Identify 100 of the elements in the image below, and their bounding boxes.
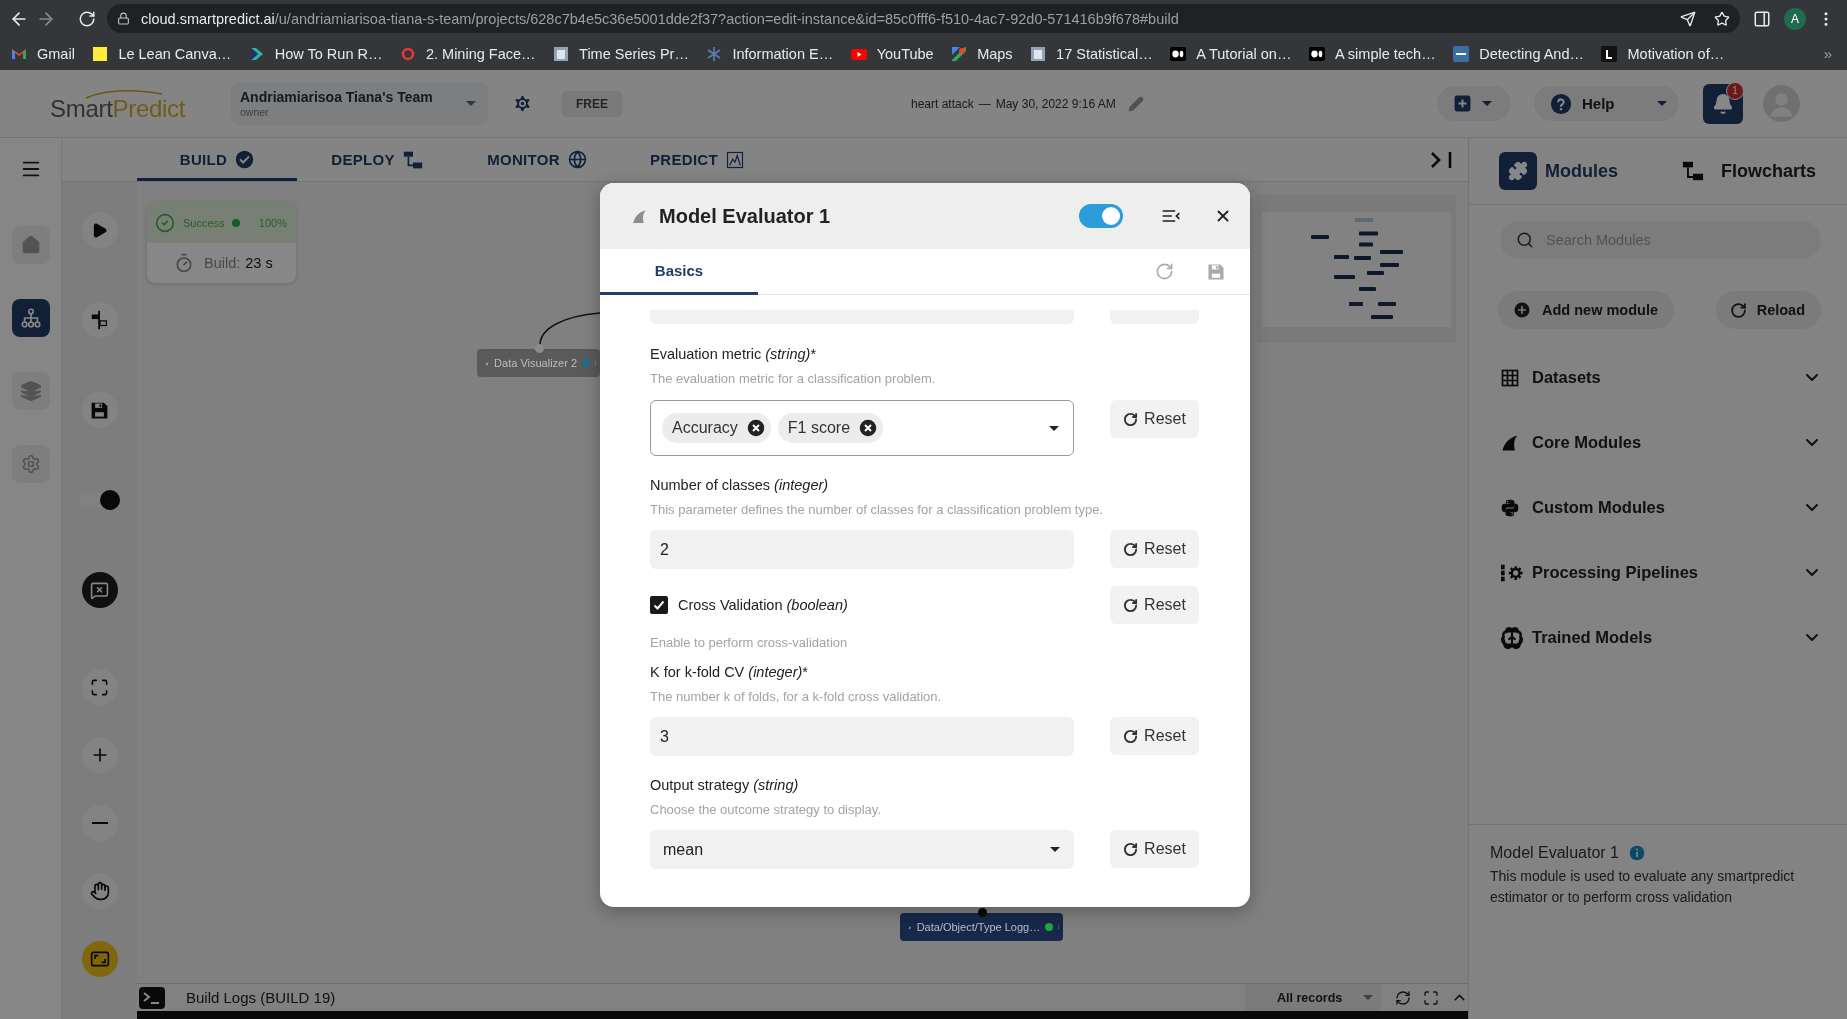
bookmark-link[interactable]: Motivation of… <box>1601 45 1725 62</box>
caret-down-icon <box>1363 995 1373 1000</box>
module-title: Model Evaluator 1 <box>1490 844 1619 862</box>
category-row[interactable]: Custom Modules <box>1469 475 1847 540</box>
connector-line <box>539 312 601 346</box>
param-label: Evaluation metric (string)* <box>650 345 818 363</box>
module-node[interactable]: Data Visualizer 2 <box>477 349 600 377</box>
remove-icon[interactable] <box>746 419 765 437</box>
minus-icon <box>91 822 108 824</box>
option-chip[interactable]: Accuracy <box>662 413 771 443</box>
check-circle-icon <box>155 212 175 233</box>
nav-rail-button[interactable] <box>11 299 50 337</box>
bookmark-link[interactable]: 2. Mining Face… <box>399 45 536 62</box>
param-label: K for k-fold CV (integer)* <box>650 663 809 681</box>
bookmark-link[interactable]: Time Series Pr… <box>553 45 689 62</box>
bookmark-link[interactable]: A simple tech… <box>1308 45 1436 62</box>
bookmark-star-icon[interactable] <box>1714 10 1730 27</box>
add-module-button[interactable]: Add new module <box>1498 291 1674 329</box>
info-icon[interactable] <box>1628 845 1645 861</box>
workflow-tab[interactable]: DEPLOY <box>297 138 457 181</box>
timer-icon <box>174 253 194 273</box>
add-menu-button[interactable] <box>1437 86 1511 121</box>
profile-avatar[interactable]: A <box>1784 7 1806 30</box>
burst-icon <box>706 45 723 62</box>
home-icon <box>20 235 41 255</box>
tile-icon <box>1601 45 1618 62</box>
fit-view-button[interactable] <box>81 669 118 705</box>
module-node[interactable]: Data/Object/Type Logg… <box>900 913 1063 941</box>
option-chip[interactable]: F1 score <box>777 413 884 443</box>
brain-icon <box>1500 625 1524 650</box>
comments-button[interactable] <box>81 572 118 608</box>
bookmark-link[interactable]: Detecting And… <box>1453 45 1584 62</box>
url-text: cloud.smartpredict.ai/u/andriamiarisoa-tiana-s-team/projects/628c7b4e5c36e5001dde2f37?action=edit-instance&id=85c0fff6-f510-4ac7-92d0-571416b9f678#build <box>141 10 1180 27</box>
side-panel-icon[interactable] <box>1753 9 1771 28</box>
workflow-tab[interactable]: PREDICT <box>617 138 777 181</box>
tile-icon <box>1453 45 1470 62</box>
zoom-in-button[interactable] <box>81 737 118 773</box>
modal-title: Model Evaluator 1 <box>659 204 831 228</box>
reset-icon <box>1123 597 1139 613</box>
number-input[interactable]: 2 <box>650 530 1074 569</box>
message-x-icon <box>90 580 109 600</box>
bookmark-link[interactable]: Information E… <box>706 45 834 62</box>
run-button[interactable] <box>81 212 118 248</box>
chevron-icon <box>248 45 265 62</box>
help-button[interactable]: Help <box>1534 86 1679 121</box>
swoosh-icon <box>84 88 164 99</box>
sync-icon[interactable] <box>1395 989 1411 1006</box>
reset-icon <box>1123 541 1139 557</box>
enable-toggle[interactable] <box>1079 204 1123 228</box>
bookmark-link[interactable]: Le Lean Canva… <box>92 45 232 62</box>
reset-button[interactable]: Reset <box>1110 586 1199 624</box>
save-button[interactable] <box>81 392 118 428</box>
modal-tab[interactable]: Basics <box>600 249 758 295</box>
caret-down-icon <box>1049 425 1059 431</box>
bookmark-link[interactable]: How To Run R… <box>248 45 383 62</box>
remove-icon[interactable] <box>859 419 878 437</box>
settings-icon <box>20 454 41 474</box>
status-text: Success <box>183 216 225 229</box>
align-button[interactable] <box>81 302 118 338</box>
reset-button[interactable]: Reset <box>1110 400 1199 438</box>
caret-down-icon <box>1657 101 1667 106</box>
address-bar[interactable]: cloud.smartpredict.ai/u/andriamiarisoa-tiana-s-team/projects/628c7b4e5c36e5001dde2f37?action=edit-instance&id=85c0fff6-f510-4ac7-92d0-571416b9f678#build <box>107 4 1740 33</box>
panel-tab[interactable]: Modules <box>1499 152 1618 190</box>
fullscreen-icon[interactable] <box>1423 989 1439 1006</box>
multi-select[interactable]: Accuracy F1 score <box>650 400 1074 456</box>
caret-down-icon <box>1482 101 1492 106</box>
bookmark-link[interactable]: YouTube <box>850 45 934 62</box>
reload-icon <box>1729 301 1747 319</box>
number-input[interactable]: 3 <box>650 717 1074 756</box>
node-label: Data Visualizer 2 <box>494 357 578 369</box>
panel-tab[interactable]: Flowcharts <box>1681 160 1817 182</box>
reset-button[interactable]: Reset <box>1110 530 1199 568</box>
globe-icon <box>567 150 587 169</box>
bookmark-link[interactable]: Gmail <box>11 45 75 62</box>
team-selector[interactable]: Andriamiarisoa Tiana's Team owner <box>231 82 488 125</box>
category-row[interactable]: Core Modules <box>1469 410 1847 475</box>
bell-icon <box>1712 92 1734 115</box>
bookmark-link[interactable]: A Tutorial on… <box>1170 45 1292 62</box>
more-bookmarks[interactable]: » <box>1823 45 1832 62</box>
select-field[interactable]: mean <box>650 830 1074 869</box>
pan-button[interactable] <box>81 873 118 909</box>
category-row[interactable]: Processing Pipelines <box>1469 540 1847 605</box>
zoom-out-button[interactable] <box>81 805 118 841</box>
reload-button[interactable]: Reload <box>1715 291 1821 329</box>
bookmark-link[interactable]: 17 Statistical… <box>1030 45 1153 62</box>
reset-button[interactable]: Reset <box>1110 830 1199 868</box>
python-icon <box>1500 497 1520 518</box>
app-logo: SmartPredict <box>50 98 186 119</box>
reset-button[interactable]: Reset <box>1110 717 1199 755</box>
category-row[interactable]: Datasets <box>1469 345 1847 410</box>
workflow-tab[interactable]: MONITOR <box>457 138 617 181</box>
category-row[interactable]: Trained Models <box>1469 605 1847 670</box>
checkbox[interactable] <box>650 596 668 614</box>
bookmark-link[interactable]: Maps <box>951 45 1013 62</box>
team-settings-button[interactable] <box>512 93 533 114</box>
send-icon[interactable] <box>1680 10 1696 27</box>
records-filter[interactable]: All records <box>1245 983 1381 1012</box>
frame-button[interactable] <box>81 941 118 977</box>
param-label: Output strategy (string) <box>650 776 800 794</box>
param-description: Enable to perform cross-validation <box>650 635 849 651</box>
